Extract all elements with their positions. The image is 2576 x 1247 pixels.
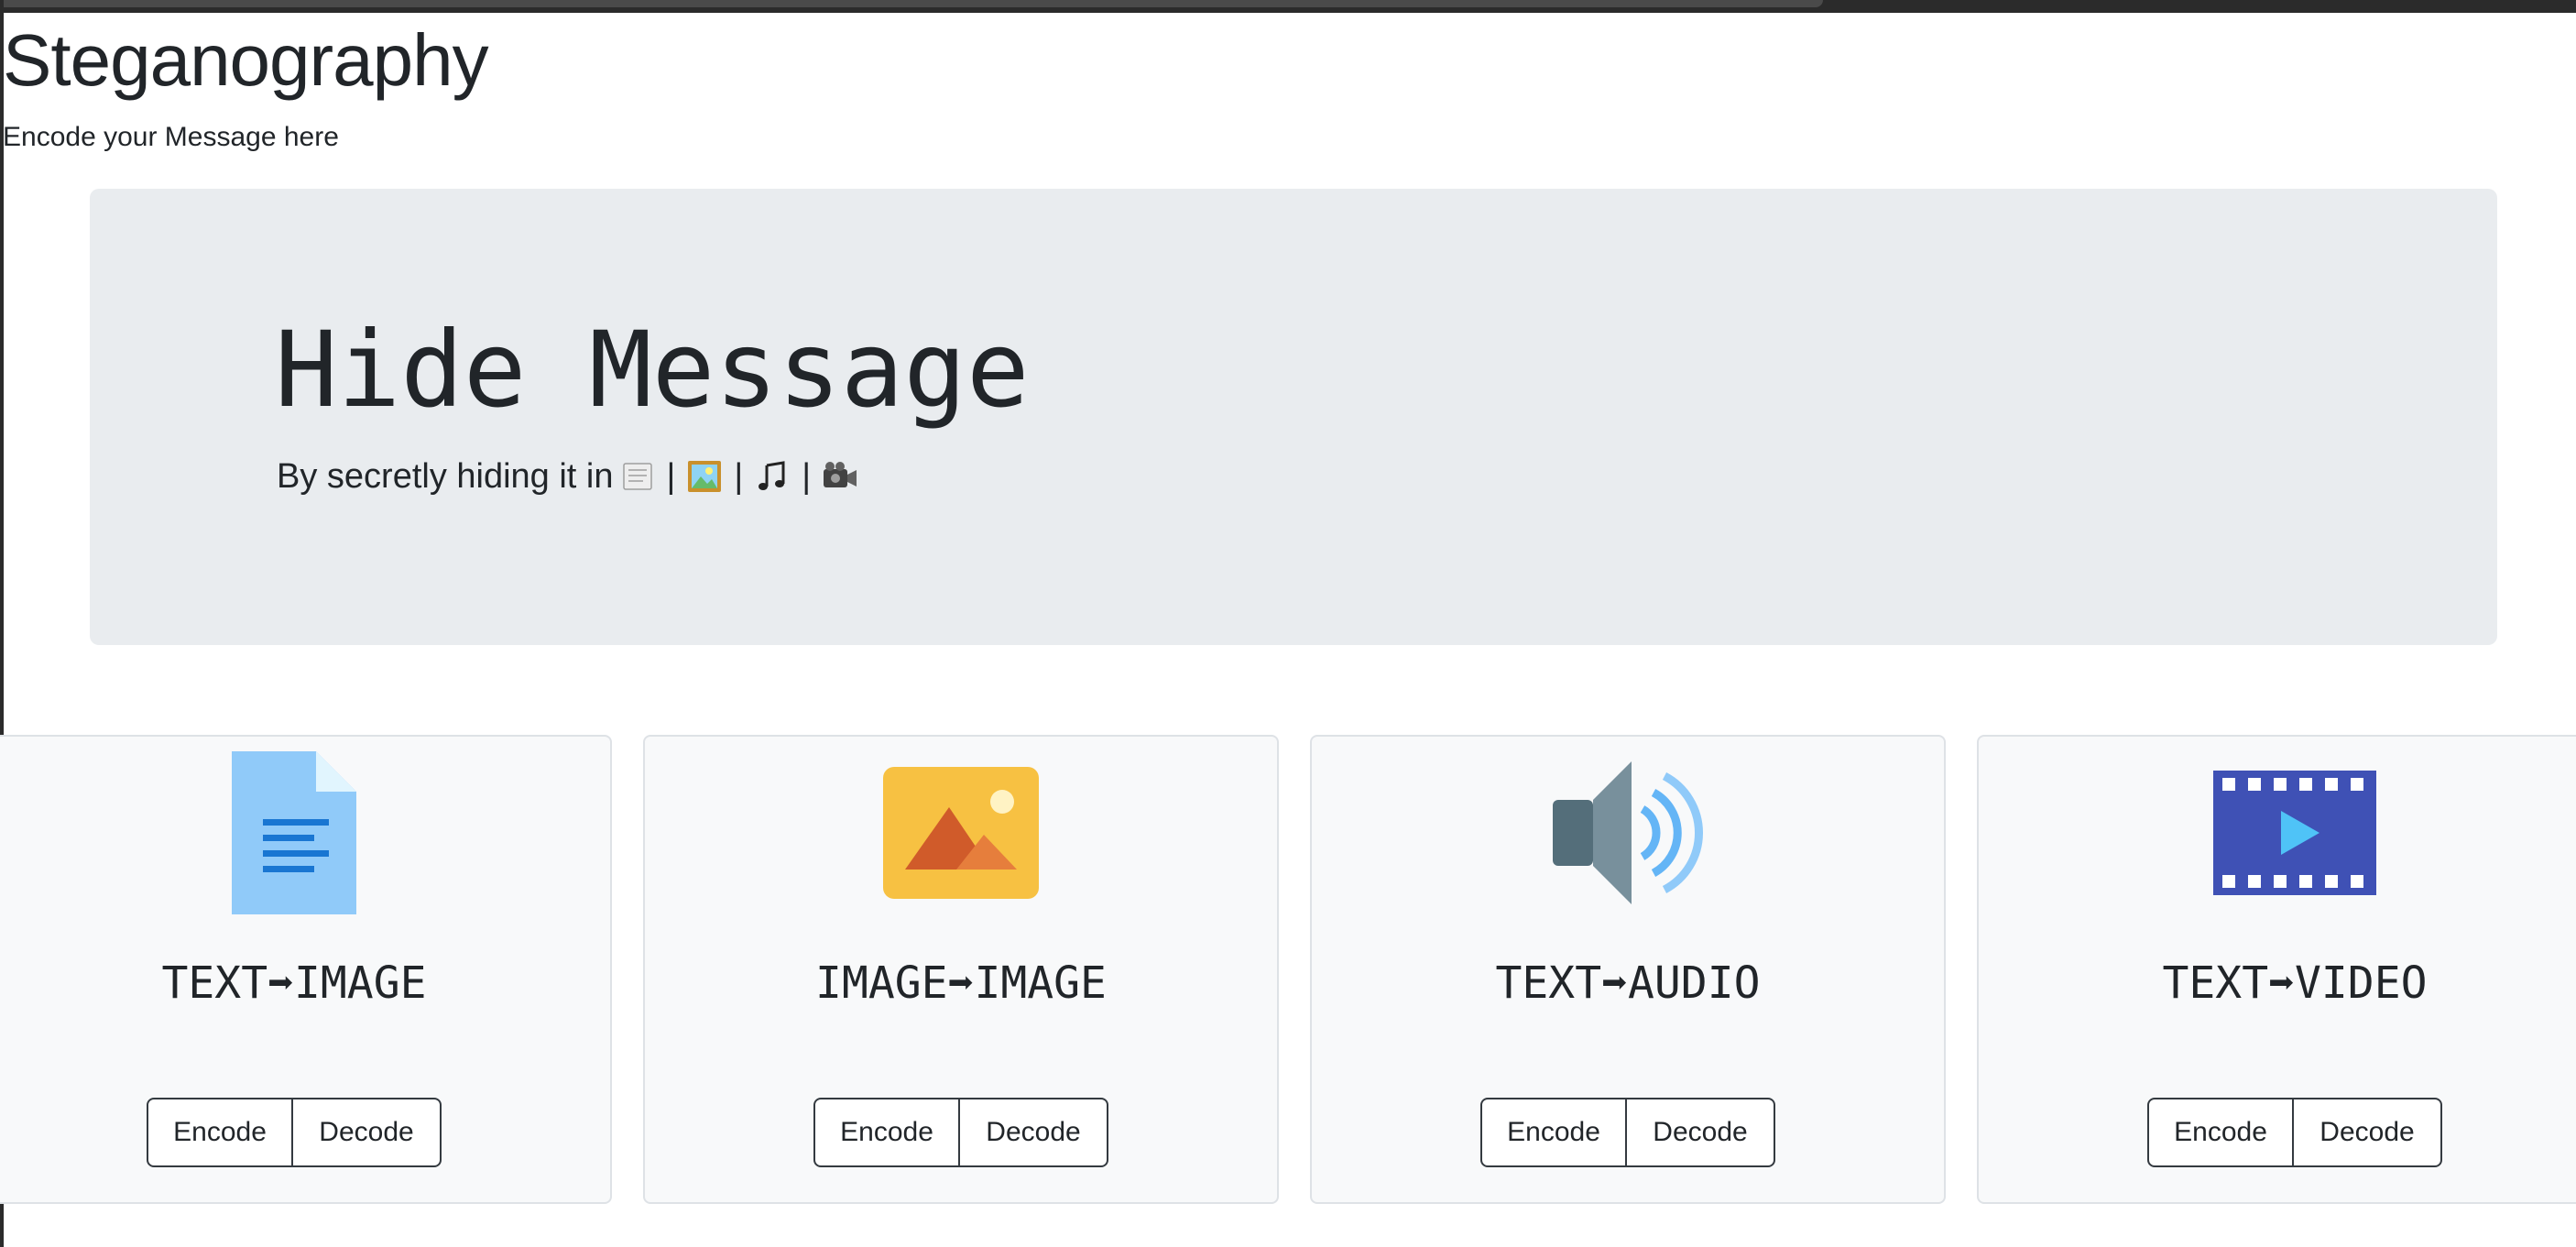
encode-decode-group: Encode Decode	[813, 1098, 1108, 1167]
decode-button[interactable]: Decode	[293, 1098, 442, 1167]
browser-top-bar	[0, 0, 2576, 13]
separator: |	[666, 457, 676, 496]
browser-tab-strip	[0, 0, 1823, 7]
video-camera-icon	[822, 458, 858, 495]
card-image-image: IMAGE➡IMAGE Encode Decode	[643, 735, 1279, 1204]
speaker-icon	[1536, 746, 1719, 920]
decode-button[interactable]: Decode	[1627, 1098, 1775, 1167]
card-title: TEXT➡VIDEO	[2162, 957, 2428, 1009]
encode-decode-group: Encode Decode	[147, 1098, 442, 1167]
card-text-audio: TEXT➡AUDIO Encode Decode	[1310, 735, 1946, 1204]
decode-button[interactable]: Decode	[960, 1098, 1108, 1167]
page-title: Steganography	[3, 19, 489, 101]
encode-decode-group: Encode Decode	[1480, 1098, 1775, 1167]
encode-button[interactable]: Encode	[813, 1098, 960, 1167]
encode-button[interactable]: Encode	[147, 1098, 293, 1167]
page-subtitle: Encode your Message here	[3, 122, 339, 152]
framed-picture-icon	[686, 458, 723, 495]
encode-button[interactable]: Encode	[2147, 1098, 2294, 1167]
music-note-icon	[754, 458, 791, 495]
film-icon	[2203, 746, 2386, 920]
hero-title: Hide Message	[275, 309, 1030, 431]
card-title: IMAGE➡IMAGE	[815, 957, 1107, 1009]
decode-button[interactable]: Decode	[2294, 1098, 2442, 1167]
document-icon	[202, 746, 386, 920]
card-title: TEXT➡IMAGE	[161, 957, 427, 1009]
encode-decode-group: Encode Decode	[2147, 1098, 2442, 1167]
hero-jumbotron: Hide Message By secretly hiding it in | …	[90, 189, 2497, 645]
card-text-image: TEXT➡IMAGE Encode Decode	[0, 735, 612, 1204]
image-icon	[869, 746, 1053, 920]
hero-lead: By secretly hiding it in | | |	[277, 450, 864, 503]
separator: |	[734, 457, 744, 496]
hero-lead-text: By secretly hiding it in	[277, 457, 614, 496]
scroll-icon	[619, 458, 656, 495]
card-title: TEXT➡AUDIO	[1495, 957, 1761, 1009]
encode-button[interactable]: Encode	[1480, 1098, 1627, 1167]
separator: |	[802, 457, 812, 496]
card-text-video: TEXT➡VIDEO Encode Decode	[1977, 735, 2576, 1204]
